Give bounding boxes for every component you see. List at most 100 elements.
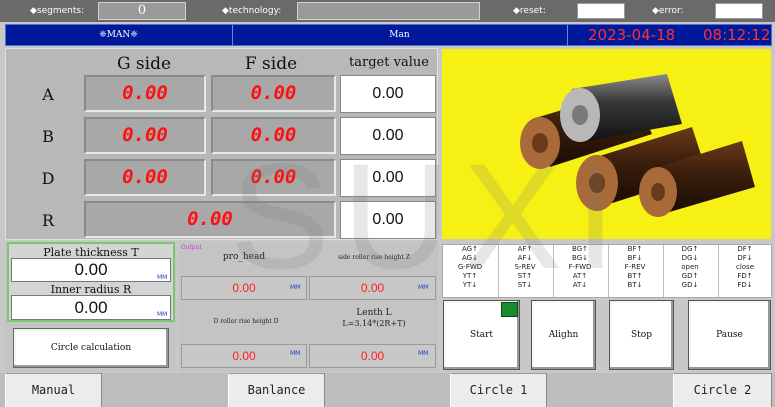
inner-radius-input[interactable]: 0.00 [11,295,171,320]
io-indicator: S-REV [514,263,536,271]
technology-field[interactable] [297,2,480,20]
g-side-header: G side [116,54,172,74]
error-label: ◆error: [652,6,684,16]
io-divider [608,245,609,297]
io-status-grid: AG↑ AG↓ G-FWD YT↑ YT↓ AF↑ AF↓ S-REV ST↑ … [442,244,772,298]
length-formula: L=3.14*(2R+T) [342,319,406,328]
a-g-side-value: 0.00 [84,75,206,112]
io-indicator: BG↓ [572,254,588,262]
mode-status-bar: ❈MAN❈ Man 2023-04-18 08:12:12 [5,24,772,46]
io-indicator: FD↓ [737,281,753,289]
io-indicator: AF↑ [517,245,533,253]
io-indicator: YT↑ [462,272,478,280]
io-indicator: F-FWD [568,263,592,271]
reset-field[interactable] [577,3,625,19]
reset-label: ◆reset: [513,6,546,16]
io-indicator: open [681,263,699,271]
time-display: 08:12:12 [703,26,771,44]
d-g-side-value: 0.00 [84,159,206,196]
date-display: 2023-04-18 [588,26,676,44]
top-status-bar: ◆segments: 0 ◆technology: ◆reset: ◆error… [0,0,775,22]
status-divider [567,25,568,45]
technology-label: ◆technology: [222,6,282,16]
r-target-input[interactable]: 0.00 [340,201,436,239]
io-indicator: GD↓ [681,281,699,289]
pro-head-label: pro_head [222,252,266,262]
inner-radius-unit: MM [157,311,168,318]
pause-button[interactable]: Pause [688,300,771,370]
io-indicator: GD↑ [681,272,699,280]
length-unit: MM [418,350,429,357]
row-label-b: B [42,127,54,146]
io-column: DF↑ DF↓ close FD↑ FD↓ [720,245,770,290]
io-column: BF↑ BF↓ F-REV BT↑ BT↓ [610,245,660,290]
io-indicator: AG↑ [462,245,478,253]
error-field [715,3,763,19]
d-roller-unit: MM [290,350,301,357]
bottom-nav-bar [0,373,775,407]
mode-label: ❈MAN❈ [99,30,138,40]
segments-label: ◆segments: [30,6,85,16]
position-panel: G side F side target value A 0.00 0.00 0… [5,48,438,240]
io-indicator: close [735,263,755,271]
circle2-nav-button[interactable]: Circle 2 [673,373,772,407]
side-roller-value: 0.00 [309,276,436,300]
io-indicator: G-FWD [457,263,483,271]
io-indicator: YT↓ [462,281,478,289]
io-divider [498,245,499,297]
side-roller-label: side roller rise height Z [338,254,410,261]
io-indicator: ST↑ [517,272,533,280]
pro-head-value: 0.00 [181,276,307,300]
io-indicator: DG↓ [681,254,699,262]
b-g-side-value: 0.00 [84,117,206,154]
io-divider [663,245,664,297]
a-f-side-value: 0.00 [211,75,336,112]
io-column: AF↑ AF↓ S-REV ST↑ ST↓ [500,245,550,290]
manual-nav-button[interactable]: Manual [5,373,102,407]
mode-text: Man [389,30,410,40]
b-target-input[interactable]: 0.00 [340,117,436,155]
io-indicator: BG↑ [572,245,588,253]
roller-image-panel [441,48,772,240]
plate-thickness-input[interactable]: 0.00 [11,258,171,282]
stop-button[interactable]: Stop [609,300,674,370]
io-indicator: AT↓ [572,281,588,289]
io-divider [718,245,719,297]
d-target-input[interactable]: 0.00 [340,159,436,197]
io-indicator: FD↑ [737,272,753,280]
io-indicator: AG↓ [462,254,478,262]
segments-field[interactable]: 0 [98,2,186,20]
d-roller-label: D roller rise height D [213,318,279,325]
d-f-side-value: 0.00 [211,159,336,196]
r-value: 0.00 [84,201,336,238]
banlance-nav-button[interactable]: Banlance [228,373,325,407]
a-target-input[interactable]: 0.00 [340,75,436,113]
output-tag: Output [181,244,202,251]
circle-calculation-button[interactable]: Circle calculation [13,328,169,368]
io-indicator: BF↓ [627,254,643,262]
plate-input-group: Plate thickness T 0.00 MM Inner radius R… [7,242,175,322]
d-roller-value: 0.00 [181,344,307,368]
side-roller-unit: MM [418,284,429,291]
alighn-button[interactable]: Alighn [531,300,596,370]
target-value-header: target value [349,55,429,70]
circle1-nav-button[interactable]: Circle 1 [450,373,547,407]
start-indicator-lamp [501,302,518,317]
io-indicator: BT↑ [627,272,643,280]
io-divider [553,245,554,297]
io-indicator: AT↑ [572,272,588,280]
f-side-header: F side [244,54,298,74]
row-label-d: D [41,169,55,188]
io-indicator: AF↓ [517,254,533,262]
row-label-r: R [41,211,55,230]
b-f-side-value: 0.00 [211,117,336,154]
rollers-illustration [520,74,755,217]
io-indicator: DF↓ [737,254,753,262]
io-indicator: F-REV [624,263,646,271]
plate-input-panel: Plate thickness T 0.00 MM Inner radius R… [5,242,176,372]
length-label: Lenth L [356,308,392,318]
io-column: DG↑ DG↓ open GD↑ GD↓ [665,245,715,290]
io-indicator: BT↓ [627,281,643,289]
io-column: AG↑ AG↓ G-FWD YT↑ YT↓ [445,245,495,290]
io-column: BG↑ BG↓ F-FWD AT↑ AT↓ [555,245,605,290]
